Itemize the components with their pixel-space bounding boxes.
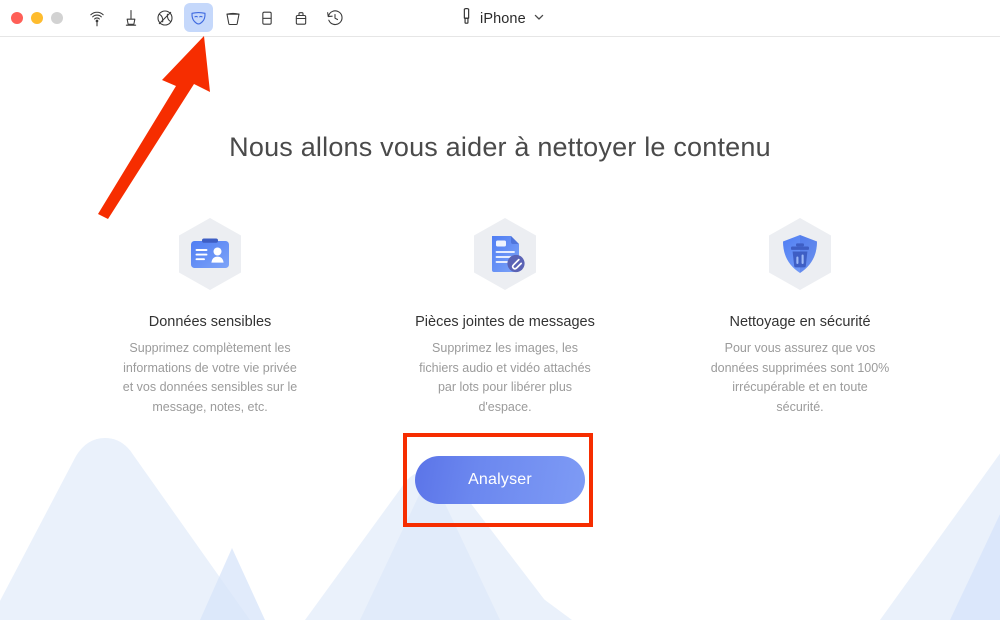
toolbar-item-privacy-mask[interactable] bbox=[184, 3, 213, 32]
device-selector[interactable]: iPhone bbox=[460, 8, 545, 29]
id-card-icon bbox=[110, 216, 310, 292]
briefcase-icon bbox=[291, 8, 311, 28]
toolbar-item-airdrop[interactable] bbox=[82, 3, 111, 32]
toolbar-item-private-browsing[interactable] bbox=[150, 3, 179, 32]
feature-description: Pour vous assurez que vos données suppri… bbox=[710, 341, 890, 414]
plunger-icon bbox=[121, 8, 141, 28]
toolbar-item-cleaner[interactable] bbox=[116, 3, 145, 32]
chevron-down-icon bbox=[533, 10, 545, 28]
feature-list: Données sensibles Supprimez complètement… bbox=[110, 216, 900, 417]
feature-title: Données sensibles bbox=[148, 314, 272, 330]
feature-description: Supprimez complètement les informations … bbox=[122, 341, 298, 414]
traffic-light-controls bbox=[11, 12, 63, 24]
feature-item-secure-cleanup: Nettoyage en sécurité Pour vous assurez … bbox=[700, 216, 900, 417]
minimize-button[interactable] bbox=[31, 12, 43, 24]
lightning-connector-icon bbox=[460, 7, 473, 30]
toolbar-item-history[interactable] bbox=[320, 3, 349, 32]
feature-item-message-attachments: Pièces jointes de messages Supprimez les… bbox=[405, 216, 605, 417]
globe-slash-icon bbox=[155, 8, 175, 28]
eraser-icon bbox=[257, 8, 277, 28]
shield-trash-icon bbox=[700, 216, 900, 292]
bucket-icon bbox=[223, 8, 243, 28]
close-button[interactable] bbox=[11, 12, 23, 24]
mask-icon bbox=[188, 7, 209, 28]
toolbar-item-eraser[interactable] bbox=[252, 3, 281, 32]
main-content: Nous allons vous aider à nettoyer le con… bbox=[0, 36, 1000, 620]
document-attachment-icon bbox=[405, 216, 605, 292]
feature-description: Supprimez les images, les fichiers audio… bbox=[419, 341, 591, 414]
page-title: Nous allons vous aider à nettoyer le con… bbox=[229, 132, 771, 162]
analyse-button[interactable]: Analyser bbox=[415, 456, 585, 504]
toolbar bbox=[82, 3, 349, 32]
feature-title: Pièces jointes de messages bbox=[415, 314, 595, 330]
clock-history-icon bbox=[325, 8, 345, 28]
feature-item-sensitive-data: Données sensibles Supprimez complètement… bbox=[110, 216, 310, 417]
device-name-label: iPhone bbox=[480, 10, 526, 27]
airdrop-icon bbox=[87, 8, 107, 28]
toolbar-item-junk-bucket[interactable] bbox=[218, 3, 247, 32]
toolbar-item-toolkit[interactable] bbox=[286, 3, 315, 32]
window-titlebar: iPhone bbox=[0, 0, 1000, 37]
feature-title: Nettoyage en sécurité bbox=[729, 314, 871, 330]
zoom-button[interactable] bbox=[51, 12, 63, 24]
